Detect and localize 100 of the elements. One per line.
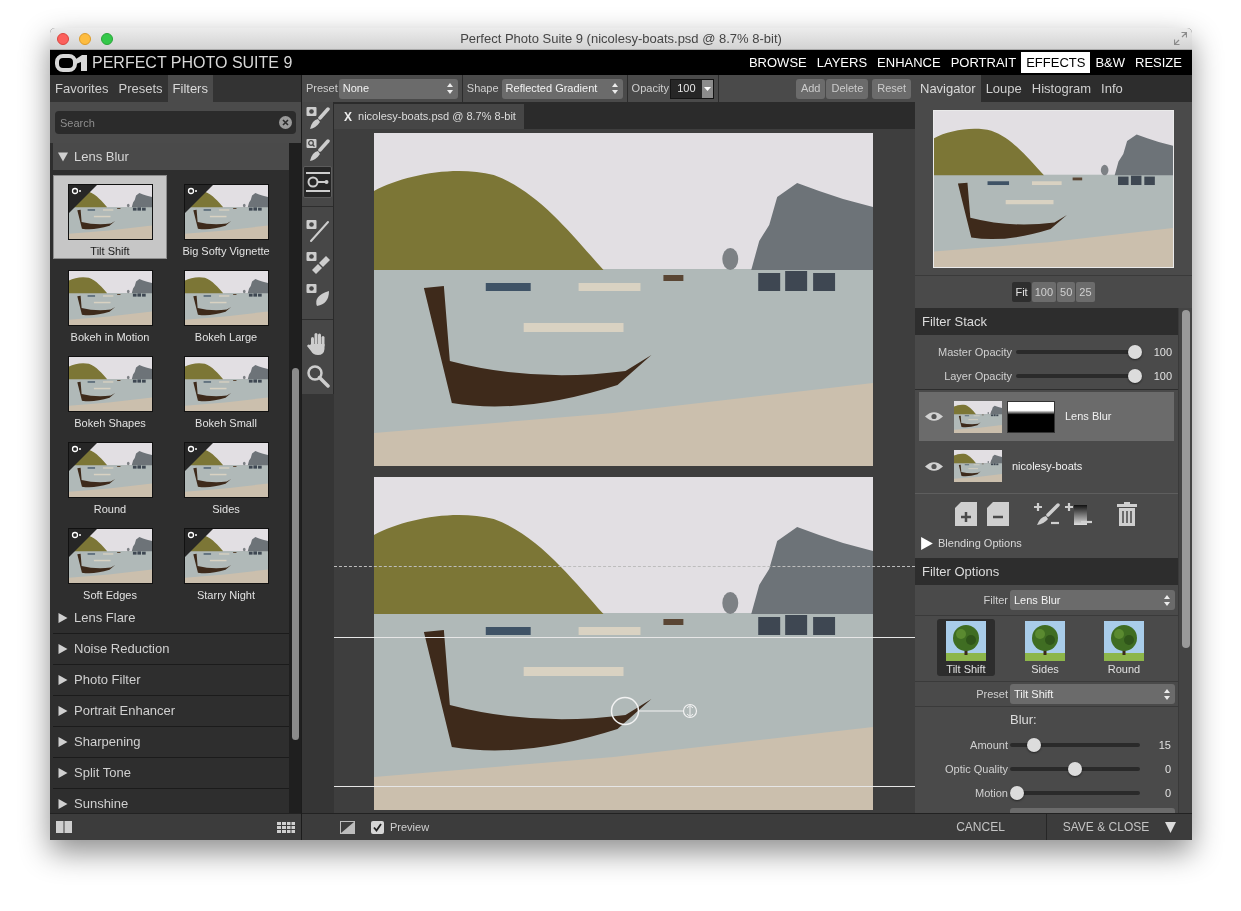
clear-icon[interactable] bbox=[279, 116, 292, 129]
slider-value: 100 bbox=[1152, 368, 1172, 384]
preset-tile[interactable]: Bokeh Large bbox=[169, 261, 283, 345]
slider-value: 100 bbox=[1152, 344, 1172, 360]
window-title: Perfect Photo Suite 9 (nicolesy-boats.psd @ 8.7% 8-bit) bbox=[460, 29, 782, 48]
preview-label: Preview bbox=[390, 819, 430, 835]
preset-label: Preset bbox=[306, 81, 338, 97]
panel-tab[interactable]: Presets bbox=[113, 75, 168, 102]
tool-button[interactable] bbox=[303, 166, 332, 198]
preview-checkbox[interactable] bbox=[371, 820, 384, 834]
module-tab[interactable]: PORTRAIT bbox=[945, 52, 1022, 73]
panel-tab[interactable]: Loupe bbox=[980, 75, 1027, 102]
preset-tile[interactable]: Round bbox=[53, 433, 167, 517]
slider-label: Optic Quality bbox=[944, 761, 1008, 777]
slider-label: Layer Opacity bbox=[943, 368, 1012, 384]
slider-thumb[interactable] bbox=[1128, 369, 1142, 383]
up-down-arrows-icon bbox=[446, 83, 453, 94]
opacity-field[interactable]: 100 bbox=[669, 78, 714, 99]
slider-value: 0 bbox=[1163, 761, 1171, 777]
module-tab[interactable]: ENHANCE bbox=[872, 52, 946, 73]
remove-page-icon[interactable] bbox=[987, 502, 1009, 526]
slider-track[interactable] bbox=[1016, 369, 1142, 383]
filter-type-button[interactable]: Sides bbox=[1016, 619, 1074, 676]
filter-group-header[interactable]: Lens Blur bbox=[53, 143, 289, 170]
module-tab[interactable]: EFFECTS bbox=[1021, 52, 1091, 73]
preset-tile[interactable]: Tilt Shift bbox=[53, 175, 167, 259]
zoom-level-button[interactable]: 50 bbox=[1057, 282, 1076, 302]
scrollbar-thumb[interactable] bbox=[1181, 310, 1190, 648]
shape-select[interactable]: Reflected Gradient bbox=[501, 78, 623, 99]
preset-tile[interactable]: Soft Edges bbox=[53, 519, 167, 603]
filter-type-button[interactable]: Round bbox=[1095, 619, 1153, 676]
zoom-level-button[interactable]: Fit bbox=[1012, 282, 1031, 302]
magnifier-icon bbox=[305, 364, 330, 388]
slider-track[interactable] bbox=[1010, 762, 1140, 776]
diagonal-split-icon[interactable] bbox=[340, 820, 355, 834]
document-tab[interactable]: X nicolesy-boats.psd @ 8.7% 8-bit bbox=[334, 104, 524, 129]
eraser-icon bbox=[305, 251, 330, 275]
preset-tile[interactable]: Bokeh in Motion bbox=[53, 261, 167, 345]
action-button[interactable]: CANCEL bbox=[915, 814, 1047, 840]
slider-label: Master Opacity bbox=[937, 344, 1012, 360]
zoom-level-button[interactable]: 100 bbox=[1031, 282, 1057, 302]
brush-plus-minus-icon[interactable] bbox=[1034, 502, 1060, 526]
preset-tile[interactable]: Bokeh Small bbox=[169, 347, 283, 431]
layer-row[interactable]: Lens Blur bbox=[919, 392, 1174, 441]
dashed-guide-line[interactable] bbox=[334, 566, 915, 567]
module-tab[interactable]: B&W bbox=[1090, 52, 1131, 73]
slider-label: Motion bbox=[973, 785, 1008, 801]
preset-tile[interactable]: Sides bbox=[169, 433, 283, 517]
leaf-brush-icon bbox=[305, 283, 330, 307]
filter-select[interactable]: Lens Blur bbox=[1010, 590, 1175, 610]
pen-icon bbox=[305, 219, 330, 243]
panel-tab[interactable]: Navigator bbox=[915, 75, 981, 102]
module-tab[interactable]: BROWSE bbox=[743, 52, 812, 73]
scrollbar-thumb[interactable] bbox=[291, 368, 299, 740]
slider-thumb[interactable] bbox=[1027, 738, 1042, 752]
module-tab[interactable]: RESIZE bbox=[1130, 52, 1187, 73]
layer-row[interactable]: nicolesy-boats bbox=[919, 441, 1174, 491]
gradient-handle-icon[interactable] bbox=[610, 696, 698, 726]
grid-view-icon[interactable] bbox=[277, 821, 295, 833]
scrollbar-track[interactable] bbox=[289, 143, 301, 813]
panel-tab[interactable]: Info bbox=[1096, 75, 1128, 102]
shape-label: Shape bbox=[466, 81, 499, 97]
blending-options-toggle[interactable]: Blending Options bbox=[915, 531, 1178, 555]
fullscreen-icon[interactable] bbox=[1174, 32, 1187, 45]
slider-thumb[interactable] bbox=[1128, 345, 1142, 359]
filter-label: Filter bbox=[982, 592, 1008, 608]
slider-track[interactable] bbox=[1016, 345, 1142, 359]
eye-icon[interactable] bbox=[925, 411, 943, 422]
preset-tile[interactable]: Starry Night bbox=[169, 519, 283, 603]
filter-type-button[interactable]: Tilt Shift bbox=[937, 619, 995, 676]
panel-tab[interactable]: Histogram bbox=[1026, 75, 1097, 102]
preset-select[interactable]: None bbox=[338, 78, 458, 99]
magnifier-brush-icon bbox=[305, 138, 330, 162]
tree-icon bbox=[1104, 621, 1144, 661]
add-page-icon[interactable] bbox=[955, 502, 977, 526]
zoom-level-button[interactable]: 25 bbox=[1076, 282, 1095, 302]
search-field[interactable]: Search bbox=[55, 111, 296, 134]
beach-scene-drawing bbox=[954, 450, 1002, 482]
section-label: Blur: bbox=[1010, 711, 1037, 730]
slider-value: 0 bbox=[1163, 785, 1171, 801]
panel-tab[interactable]: Favorites bbox=[50, 75, 114, 102]
trash-icon[interactable] bbox=[1117, 502, 1137, 526]
preset-select[interactable]: Tilt Shift bbox=[1010, 684, 1175, 704]
tree-icon bbox=[946, 621, 986, 661]
filter-options-header: Filter Options bbox=[915, 558, 1178, 585]
panel-tab[interactable]: Filters bbox=[167, 75, 213, 102]
beach-scene-drawing bbox=[954, 400, 1002, 433]
slider-track[interactable] bbox=[1010, 738, 1140, 752]
scrollbar-track[interactable] bbox=[1178, 308, 1192, 813]
eye-icon[interactable] bbox=[925, 460, 943, 472]
preset-tile[interactable]: Big Softy Vignette bbox=[169, 175, 283, 259]
gradient-plus-minus-icon[interactable] bbox=[1065, 502, 1092, 526]
action-button[interactable]: SAVE & CLOSE bbox=[1047, 814, 1192, 840]
preset-tile[interactable]: Bokeh Shapes bbox=[53, 347, 167, 431]
close-tab-button[interactable]: X bbox=[344, 107, 352, 126]
slider-thumb[interactable] bbox=[1010, 786, 1024, 800]
module-tab[interactable]: LAYERS bbox=[811, 52, 873, 73]
slider-thumb[interactable] bbox=[1068, 762, 1082, 776]
slider-track[interactable] bbox=[1010, 786, 1140, 800]
close-window-icon[interactable] bbox=[57, 32, 69, 45]
